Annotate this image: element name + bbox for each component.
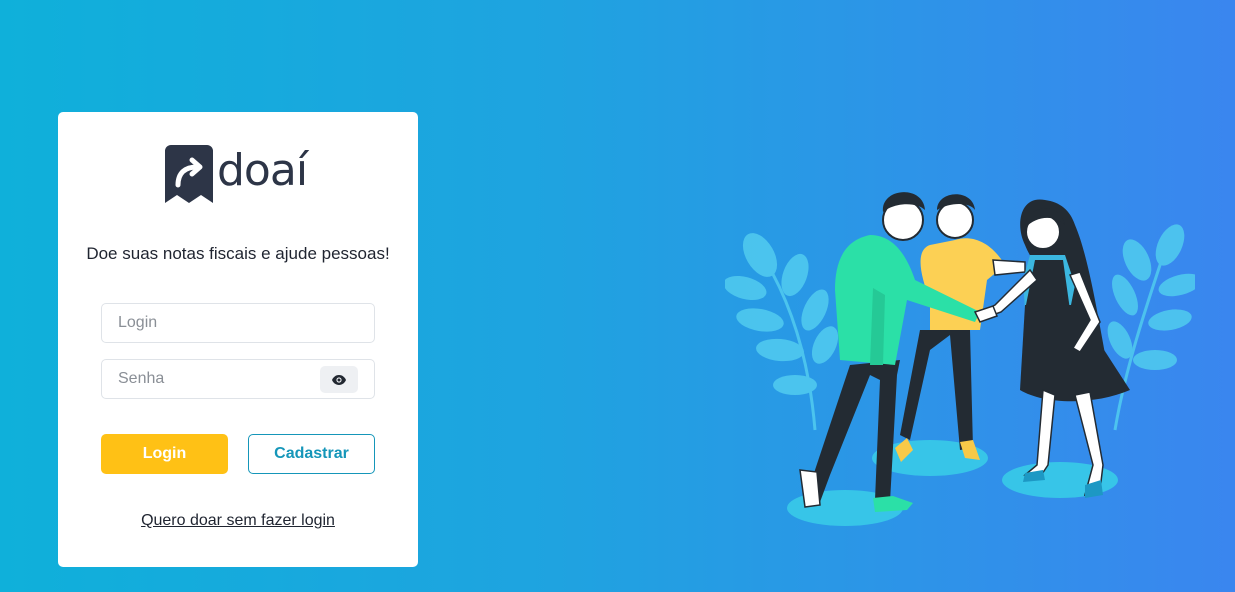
register-button[interactable]: Cadastrar [248, 434, 375, 474]
donate-without-login-link[interactable]: Quero doar sem fazer login [141, 512, 335, 529]
right-leaves-decoration [1107, 224, 1195, 431]
login-field[interactable] [101, 303, 375, 343]
brand-name: doaí [217, 145, 308, 196]
brand-logo: doaí [165, 145, 308, 205]
login-button[interactable]: Login [101, 434, 228, 474]
eye-icon [332, 374, 346, 385]
tagline: Doe suas notas fiscais e ajude pessoas! [86, 244, 390, 263]
login-card: doaí Doe suas notas fiscais e ajude pess… [58, 112, 418, 567]
show-password-button[interactable] [320, 366, 358, 393]
person-black-dress [983, 199, 1130, 498]
guest-link-container: Quero doar sem fazer login [58, 512, 418, 530]
password-input[interactable] [118, 360, 318, 398]
left-leaves-decoration [725, 233, 839, 431]
login-input[interactable] [118, 304, 318, 342]
team-hands-together-illustration [725, 192, 1195, 526]
password-field[interactable] [101, 359, 375, 399]
share-arrow-icon [165, 145, 213, 203]
